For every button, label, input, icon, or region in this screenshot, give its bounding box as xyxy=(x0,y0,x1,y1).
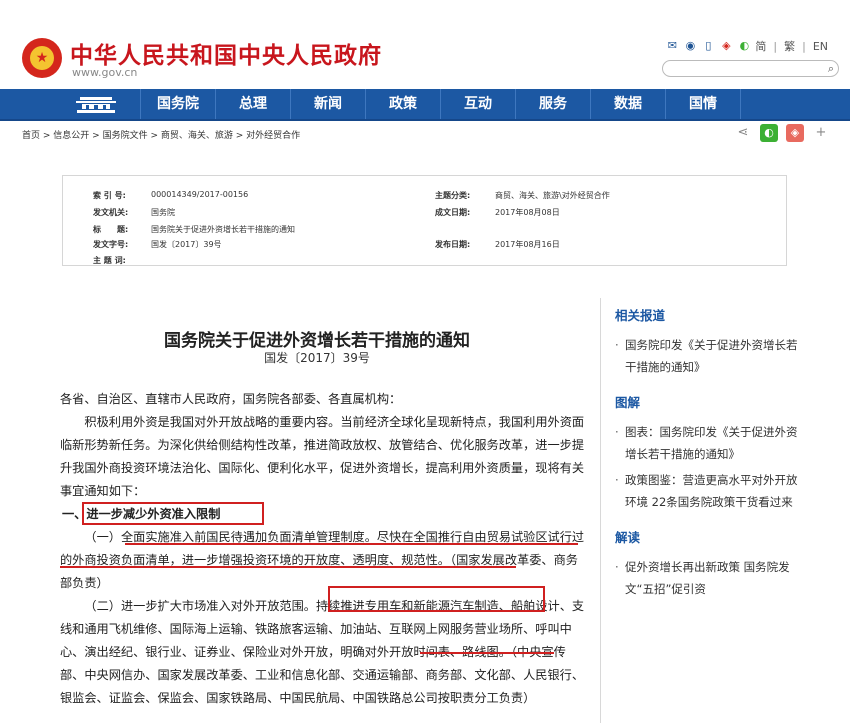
written-date-value: 2017年08月08日 xyxy=(495,208,560,217)
keywords-label: 主 题 词: xyxy=(93,256,126,265)
title-value: 国务院关于促进外资增长若干措施的通知 xyxy=(151,225,295,234)
lang-simplified[interactable]: 简 xyxy=(755,38,766,54)
weibo-share-icon[interactable]: ◈ xyxy=(786,124,804,142)
nav-item-news[interactable]: 新闻 xyxy=(290,89,365,119)
lang-english[interactable]: EN xyxy=(813,40,828,53)
plus-icon[interactable]: + xyxy=(812,124,830,142)
nav-item-state-council[interactable]: 国务院 xyxy=(140,89,215,119)
published-date-value: 2017年08月16日 xyxy=(495,240,560,249)
search-input[interactable]: ⌕ xyxy=(662,60,839,77)
sidebar-related-item[interactable]: 国务院印发《关于促进外资增长若干措施的通知》 xyxy=(615,334,805,378)
published-date-label: 发布日期: xyxy=(435,240,471,249)
highlight-box-section-1 xyxy=(82,502,264,525)
tiananmen-home-icon[interactable] xyxy=(74,93,118,115)
article-greeting: 各省、自治区、直辖市人民政府，国务院各部委、各直属机构： xyxy=(60,392,402,406)
lang-traditional[interactable]: 繁 xyxy=(784,38,795,54)
highlight-underline-2 xyxy=(60,566,516,568)
breadcrumb-trade-customs[interactable]: 商贸、海关、旅游 xyxy=(161,131,233,141)
site-url: www.gov.cn xyxy=(72,66,138,79)
sidebar-graphic-title: 图解 xyxy=(615,395,641,410)
topic-value: 商贸、海关、旅游\对外经贸合作 xyxy=(495,191,610,200)
article-body: 各省、自治区、直辖市人民政府，国务院各部委、各直属机构： 积极利用外资是我国对外… xyxy=(60,388,586,710)
breadcrumb-home[interactable]: 首页 xyxy=(22,131,40,141)
sidebar-interpret-item[interactable]: 促外资增长再出新政策 国务院发文“五招”促引资 xyxy=(615,556,805,600)
breadcrumb: 首页 > 信息公开 > 国务院文件 > 商贸、海关、旅游 > 对外经贸合作 xyxy=(22,131,301,141)
index-label: 索 引 号: xyxy=(93,191,126,200)
document-info-box: 索 引 号: 000014349/2017-00156 主题分类: 商贸、海关、… xyxy=(62,175,787,266)
issuer-value: 国务院 xyxy=(151,208,175,217)
mail-icon[interactable]: ✉ xyxy=(665,40,679,52)
highlight-underline-timetable xyxy=(420,652,554,654)
doc-number-value: 国发〔2017〕39号 xyxy=(151,240,222,249)
nav-item-data[interactable]: 数据 xyxy=(590,89,665,119)
wechat-icon[interactable]: ◐ xyxy=(737,40,751,52)
sidebar: 相关报道 国务院印发《关于促进外资增长若干措施的通知》 图解 图表：国务院印发《… xyxy=(615,305,805,614)
sidebar-graphic-item[interactable]: 政策图鉴：营造更高水平对外开放环境 22条国务院政策干货看过来 xyxy=(615,469,805,513)
article-title: 国务院关于促进外资增长若干措施的通知 xyxy=(164,331,470,351)
nav-item-policy[interactable]: 政策 xyxy=(365,89,440,119)
divider: | xyxy=(802,39,806,53)
national-emblem-logo[interactable]: ★ xyxy=(22,38,62,78)
weibo-icon[interactable]: ◈ xyxy=(719,40,733,52)
article-intro: 积极利用外资是我国对外开放战略的重要内容。当前经济全球化呈现新特点，我国利用外资… xyxy=(60,415,585,498)
breadcrumb-foreign-trade[interactable]: 对外经贸合作 xyxy=(246,131,300,141)
sidebar-interpret-title: 解读 xyxy=(615,530,641,545)
breadcrumb-state-council-docs[interactable]: 国务院文件 xyxy=(103,131,148,141)
wechat-share-icon[interactable]: ◐ xyxy=(760,124,778,142)
index-value: 000014349/2017-00156 xyxy=(151,190,249,199)
article-item-1: （一）全面实施准入前国民待遇加负面清单管理制度。尽快在全国推行自由贸易试验区试行… xyxy=(60,530,585,590)
doc-number-label: 发文字号: xyxy=(93,240,129,249)
feed-icon[interactable]: ◉ xyxy=(683,40,697,52)
sidebar-divider xyxy=(600,298,601,723)
nav-item-premier[interactable]: 总理 xyxy=(215,89,290,119)
mobile-icon[interactable]: ▯ xyxy=(701,40,715,52)
topic-label: 主题分类: xyxy=(435,191,471,200)
header-tools: ✉ ◉ ▯ ◈ ◐ 简 | 繁 | EN xyxy=(665,38,828,54)
highlight-underline-1 xyxy=(125,543,578,545)
main-nav: 国务院 总理 新闻 政策 互动 服务 数据 国情 xyxy=(0,89,850,121)
sidebar-graphic-item[interactable]: 图表：国务院印发《关于促进外资增长若干措施的通知》 xyxy=(615,421,805,465)
site-title[interactable]: 中华人民共和国中央人民政府 xyxy=(70,36,382,70)
title-label: 标 题: xyxy=(93,225,129,234)
divider: | xyxy=(773,39,778,53)
highlight-box-vehicle-manufacturing xyxy=(328,586,545,612)
nav-item-national-info[interactable]: 国情 xyxy=(665,89,741,119)
nav-item-services[interactable]: 服务 xyxy=(515,89,590,119)
search-icon[interactable]: ⌕ xyxy=(828,62,834,75)
nav-item-interaction[interactable]: 互动 xyxy=(440,89,515,119)
sidebar-related-title: 相关报道 xyxy=(615,308,666,323)
written-date-label: 成文日期: xyxy=(435,208,471,217)
article-doc-number: 国发〔2017〕39号 xyxy=(264,351,370,365)
share-icon[interactable]: ⋖ xyxy=(734,124,752,142)
issuer-label: 发文机关: xyxy=(93,208,129,217)
breadcrumb-info-disclosure[interactable]: 信息公开 xyxy=(53,131,89,141)
share-bar: ⋖ ◐ ◈ + xyxy=(734,124,830,142)
